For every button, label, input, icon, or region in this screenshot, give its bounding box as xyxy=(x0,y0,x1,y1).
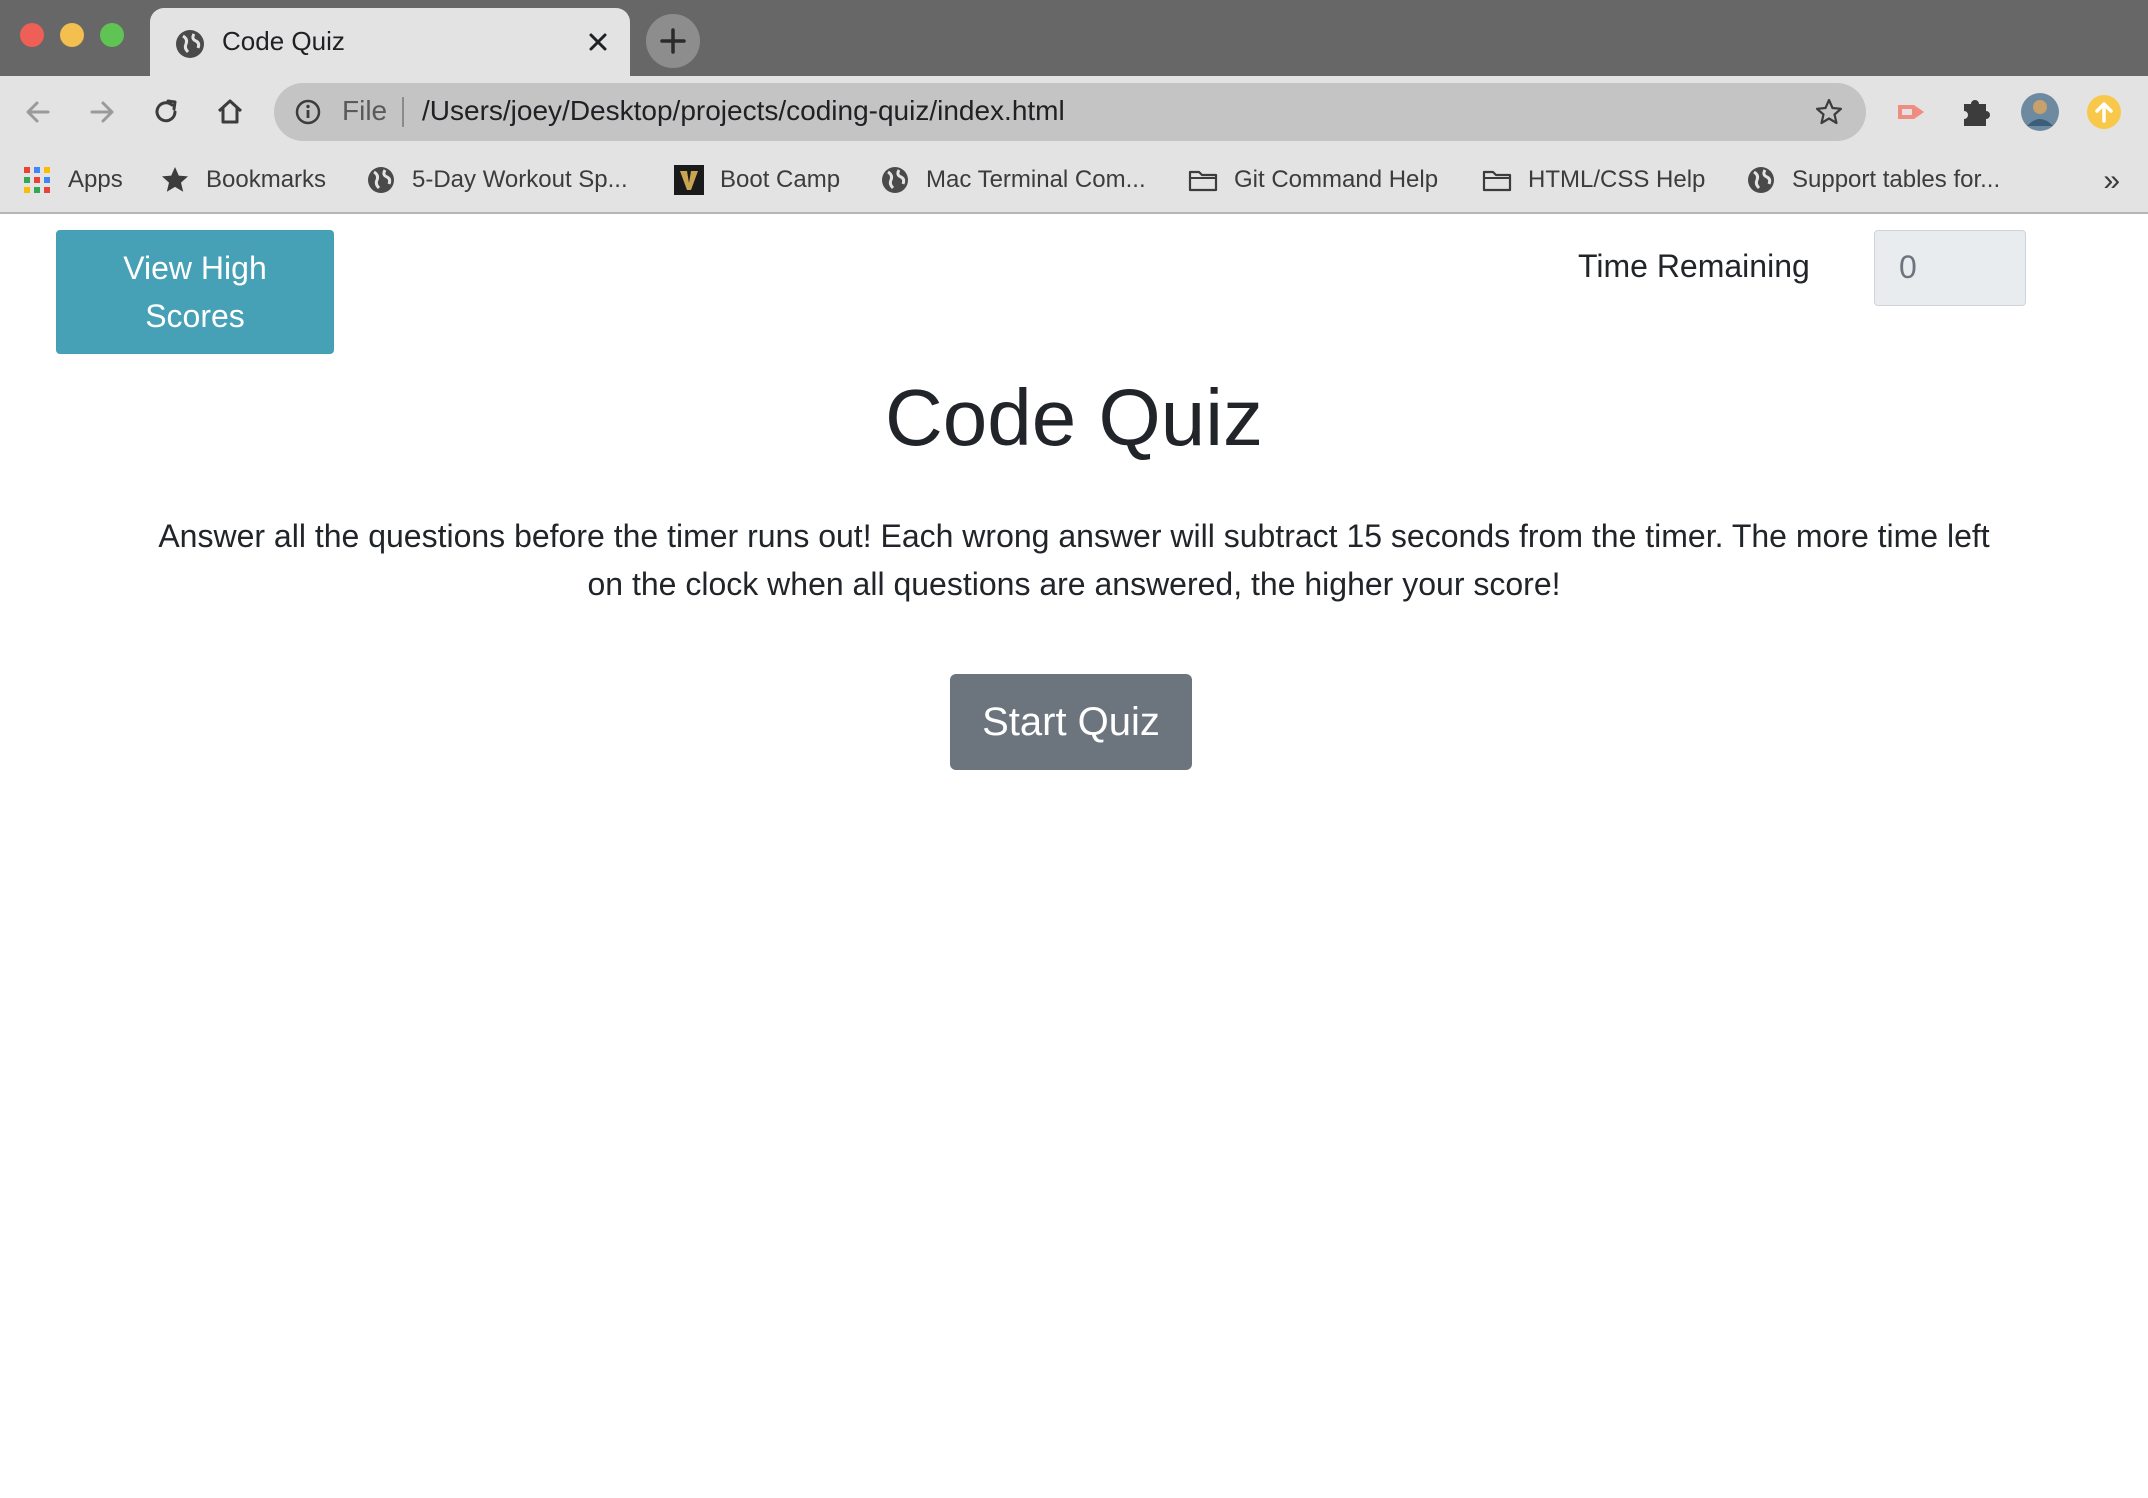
start-quiz-label: Start Quiz xyxy=(982,699,1160,744)
cast-extension-icon[interactable] xyxy=(1892,92,1932,132)
start-quiz-button[interactable]: Start Quiz xyxy=(950,674,1192,770)
bookmark-workout[interactable]: 5-Day Workout Sp... xyxy=(366,160,628,200)
bookmark-apps[interactable]: Apps xyxy=(22,160,123,200)
view-high-scores-label: View High Scores xyxy=(123,250,267,334)
bookmark-label: Git Command Help xyxy=(1234,166,1439,193)
scheme-label: File xyxy=(342,95,388,126)
folder-icon xyxy=(1188,170,1218,192)
bookmark-boot-camp[interactable]: Boot Camp xyxy=(674,160,840,200)
globe-icon xyxy=(176,30,204,58)
back-arrow-icon[interactable] xyxy=(20,94,56,130)
globe-icon xyxy=(368,167,394,193)
forward-arrow-icon[interactable] xyxy=(84,94,120,130)
plus-icon xyxy=(660,28,686,54)
maximize-window-button[interactable] xyxy=(100,23,124,47)
page-title: Code Quiz xyxy=(885,373,1263,462)
close-window-button[interactable] xyxy=(20,23,44,47)
time-remaining-label: Time Remaining xyxy=(1578,248,1810,284)
bookmark-label: Mac Terminal Com... xyxy=(926,166,1146,193)
omnibox-divider xyxy=(402,97,404,127)
bookmark-git-help[interactable]: Git Command Help xyxy=(1188,160,1438,200)
globe-icon xyxy=(882,167,908,193)
bookmark-label: Support tables for... xyxy=(1792,166,2001,193)
bookmark-label: 5-Day Workout Sp... xyxy=(412,166,628,193)
time-remaining-value: 0 xyxy=(1899,249,1917,285)
reload-icon[interactable] xyxy=(148,94,184,130)
address-bar[interactable]: File /Users/joey/Desktop/projects/coding… xyxy=(274,83,1866,141)
globe-icon xyxy=(1748,167,1774,193)
bookmark-star-icon[interactable] xyxy=(1814,97,1844,127)
star-icon xyxy=(162,167,188,192)
tab-code-quiz[interactable]: Code Quiz xyxy=(150,8,630,76)
profile-avatar-icon[interactable] xyxy=(2020,92,2060,132)
bookmark-mac-terminal[interactable]: Mac Terminal Com... xyxy=(880,160,1146,200)
close-tab-icon[interactable] xyxy=(582,26,614,58)
new-tab-button[interactable] xyxy=(646,14,700,68)
vanderbilt-v-icon xyxy=(674,165,704,195)
extensions-puzzle-icon[interactable] xyxy=(1956,92,1996,132)
bookmark-bookmarks[interactable]: Bookmarks xyxy=(160,160,326,200)
quiz-instructions: Answer all the questions before the time… xyxy=(158,518,1990,602)
info-icon[interactable] xyxy=(294,98,322,126)
bookmark-label: Apps xyxy=(68,166,123,193)
bookmark-label: Boot Camp xyxy=(720,166,841,193)
browser-titlebar: Code Quiz xyxy=(0,0,2148,76)
bookmark-label: Bookmarks xyxy=(206,166,327,193)
home-icon[interactable] xyxy=(212,94,248,130)
minimize-window-button[interactable] xyxy=(60,23,84,47)
url-text[interactable]: /Users/joey/Desktop/projects/coding-quiz… xyxy=(422,95,1065,127)
apps-grid-icon xyxy=(24,167,50,193)
bookmark-support-tables[interactable]: Support tables for... xyxy=(1746,160,2000,200)
bookmark-label: HTML/CSS Help xyxy=(1528,166,1706,193)
update-icon[interactable] xyxy=(2084,92,2124,132)
folder-icon xyxy=(1482,170,1512,192)
bookmark-html-css-help[interactable]: HTML/CSS Help xyxy=(1482,160,1705,200)
time-remaining-display: 0 xyxy=(1874,230,2026,306)
page-content: View High Scores Time Remaining 0 Code Q… xyxy=(0,214,2148,1498)
view-high-scores-button[interactable]: View High Scores xyxy=(56,230,334,354)
bookmarks-bar: Apps Bookmarks 5-Day Workout Sp... Boot … xyxy=(0,148,2148,214)
tab-title: Code Quiz xyxy=(222,26,345,56)
browser-toolbar: File /Users/joey/Desktop/projects/coding… xyxy=(0,76,2148,148)
more-bookmarks-chevron-icon[interactable]: » xyxy=(2103,164,2120,198)
